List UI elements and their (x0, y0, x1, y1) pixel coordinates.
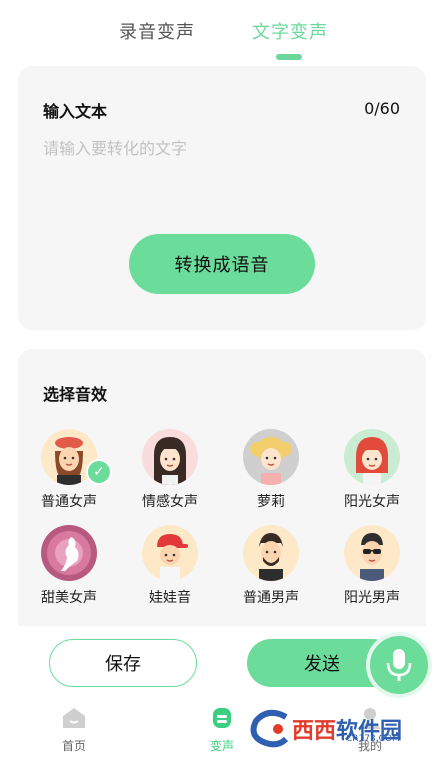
input-text-title: 输入文本 (43, 102, 108, 121)
voice-option-sweet-female[interactable]: 甜美女声 (24, 525, 114, 607)
man-sunglasses-avatar-icon (344, 525, 400, 581)
voice-label: 情感女声 (142, 494, 198, 510)
sound-effects-card: 选择音效 ✓ 普通女声 情感女声 萝莉 阳光女声 甜美女声 娃娃音 普通男声 阳… (18, 349, 426, 639)
man-beard-avatar-icon (243, 525, 299, 581)
voice-option-loli[interactable]: 萝莉 (226, 429, 316, 511)
select-effect-title: 选择音效 (43, 385, 108, 404)
microphone-button[interactable] (366, 632, 432, 698)
voice-label: 普通女声 (41, 494, 97, 510)
selected-check-icon: ✓ (86, 459, 112, 485)
convert-to-speech-button[interactable]: 转换成语音 (129, 234, 315, 294)
voice-label: 阳光男声 (344, 590, 400, 606)
text-input-card: 输入文本 0/60 转换成语音 (18, 66, 426, 330)
watermark-sub: CR173.COM (346, 734, 400, 744)
voice-label: 甜美女声 (41, 590, 97, 606)
nav-label: 变声 (209, 739, 234, 753)
site-watermark: 西西软件园 CR173.COM (248, 706, 438, 752)
voice-label: 萝莉 (257, 494, 285, 510)
voice-label: 娃娃音 (149, 590, 191, 606)
voice-option-normal-female[interactable]: ✓ 普通女声 (24, 429, 114, 511)
tab-record-voice-change[interactable]: 录音变声 (119, 18, 195, 44)
nav-label: 首页 (61, 739, 86, 753)
voice-option-sunny-female[interactable]: 阳光女声 (327, 429, 417, 511)
girl-longhair-avatar-icon (142, 429, 198, 485)
blonde-girl-avatar-icon (243, 429, 299, 485)
home-icon (63, 708, 85, 728)
char-counter: 0/60 (364, 99, 400, 118)
microphone-icon (386, 649, 412, 681)
boy-redcap-avatar-icon (142, 525, 198, 581)
voice-change-icon (213, 708, 231, 728)
redhair-girl-avatar-icon (344, 429, 400, 485)
nav-voice-change[interactable]: 变声 (192, 706, 252, 754)
voice-option-baby-voice[interactable]: 娃娃音 (125, 525, 215, 607)
active-tab-indicator (276, 54, 302, 60)
voice-option-sunny-male[interactable]: 阳光男声 (327, 525, 417, 607)
silhouette-woman-avatar-icon (41, 525, 97, 581)
watermark-text-a: 西西 (292, 719, 337, 744)
tab-bar: 录音变声 文字变声 (0, 0, 444, 62)
tab-text-voice-change[interactable]: 文字变声 (252, 18, 328, 44)
text-input-field[interactable] (43, 134, 403, 162)
voice-option-normal-male[interactable]: 普通男声 (226, 525, 316, 607)
watermark-logo-icon (250, 709, 289, 748)
voice-option-emotional-female[interactable]: 情感女声 (125, 429, 215, 511)
save-button[interactable]: 保存 (49, 639, 197, 687)
nav-home[interactable]: 首页 (44, 706, 104, 754)
voice-label: 普通男声 (243, 590, 299, 606)
voice-label: 阳光女声 (344, 494, 400, 510)
